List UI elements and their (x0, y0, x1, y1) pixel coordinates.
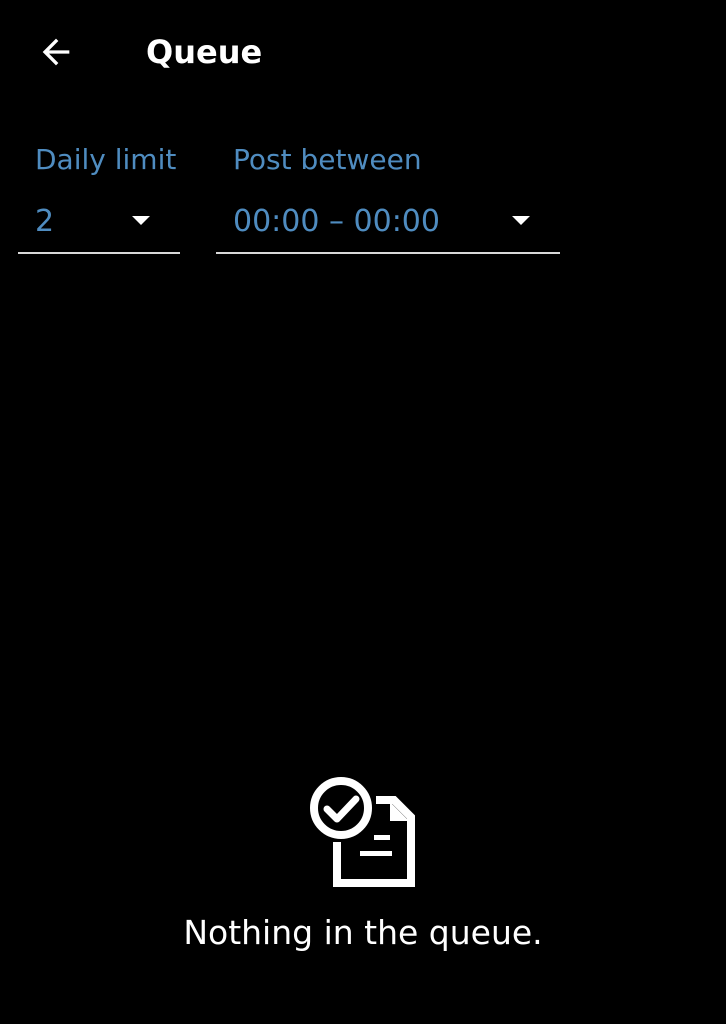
post-between-label: Post between (233, 143, 422, 176)
page-title: Queue (146, 33, 263, 71)
daily-limit-label: Daily limit (35, 143, 177, 176)
post-between-dropdown[interactable]: 00:00 – 00:00 (216, 198, 560, 254)
caret-down-icon (132, 216, 150, 225)
daily-limit-dropdown[interactable]: 2 (18, 198, 180, 254)
post-between-field: Post between 00:00 – 00:00 (216, 138, 560, 254)
daily-limit-value: 2 (35, 204, 55, 239)
back-button[interactable] (24, 22, 88, 82)
post-between-value: 00:00 – 00:00 (233, 204, 440, 239)
queue-empty-icon (310, 777, 415, 887)
queue-screen: Queue Daily limit 2 Post between 00:00 –… (0, 0, 726, 1024)
empty-queue-message: Nothing in the queue. (183, 913, 543, 952)
daily-limit-field: Daily limit 2 (18, 138, 180, 254)
caret-down-icon (512, 216, 530, 225)
arrow-left-icon (42, 38, 70, 66)
